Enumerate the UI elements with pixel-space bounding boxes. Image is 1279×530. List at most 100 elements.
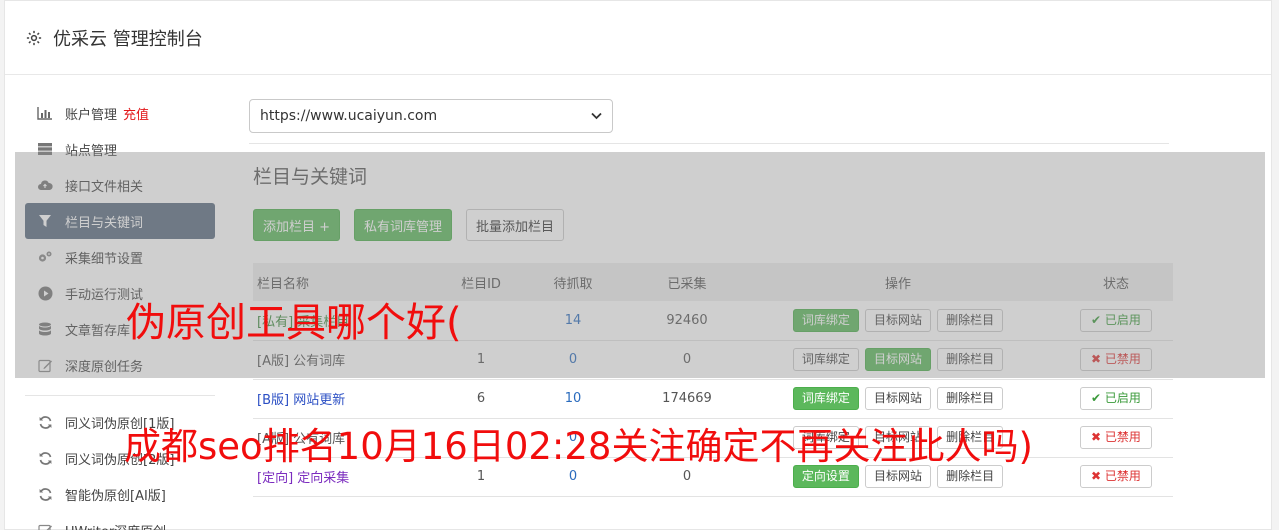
- close-icon: ✖: [1091, 430, 1105, 444]
- refresh-icon: [37, 414, 53, 430]
- bind-library-button[interactable]: 词库绑定: [792, 348, 859, 371]
- sidebar-item-label: 深度原创任务: [65, 359, 144, 375]
- server-icon: [37, 141, 53, 157]
- sidebar: 账户管理 充值 站点管理 接口文件相关 栏目与关键词 采集细节设置 手动运行测试…: [25, 95, 215, 530]
- status-badge[interactable]: ✖ 已禁用: [1080, 465, 1152, 488]
- sidebar-item-columns[interactable]: 栏目与关键词: [25, 203, 215, 239]
- sidebar-item-sites[interactable]: 站点管理: [25, 131, 215, 167]
- sidebar-item-label: 文章暂存库: [65, 323, 131, 339]
- table-row: [A版] 公有词库 1 0 0 词库绑定 目标网站 删除栏目 ✖ 已禁用: [253, 340, 1173, 379]
- page-header: 优采云 管理控制台: [5, 1, 1271, 75]
- filter-icon: [37, 213, 53, 229]
- bar-chart-icon: [37, 105, 53, 121]
- sidebar-item-label: 接口文件相关: [65, 179, 144, 195]
- col-header-status: 状态: [1102, 276, 1129, 292]
- sidebar-item-article-store[interactable]: 文章暂存库: [25, 311, 215, 347]
- collected-count: 174669: [662, 391, 712, 406]
- sidebar-item-collect-settings[interactable]: 采集细节设置: [25, 239, 215, 275]
- bind-library-button[interactable]: 词库绑定: [792, 387, 859, 410]
- sidebar-item-synonym-v1[interactable]: 同义词伪原创[1版]: [25, 404, 215, 440]
- target-site-button[interactable]: 目标网站: [864, 308, 931, 332]
- column-name[interactable]: [A版] 公有词库: [257, 354, 345, 369]
- sidebar-item-ai-rewrite[interactable]: 智能伪原创[AI版]: [25, 476, 215, 512]
- column-id: 6: [476, 391, 486, 406]
- sidebar-item-label: 栏目与关键词: [65, 215, 144, 231]
- edit-icon: [37, 357, 53, 373]
- delete-column-button[interactable]: 删除栏目: [937, 426, 1004, 449]
- page-title: 优采云 管理控制台: [53, 28, 203, 50]
- site-select[interactable]: https://www.ucaiyun.com: [249, 99, 613, 133]
- status-badge[interactable]: ✔ 已启用: [1080, 387, 1152, 410]
- sidebar-item-label: 同义词伪原创[1版]: [65, 416, 175, 432]
- status-label: 已禁用: [1104, 430, 1141, 444]
- pending-count[interactable]: 10: [565, 391, 582, 406]
- target-site-button[interactable]: 目标网站: [864, 348, 931, 371]
- close-icon: ✖: [1091, 352, 1105, 366]
- table-row: [A版] 公有词库 0 词库绑定 目标网站 删除栏目 ✖ 已禁用: [253, 418, 1173, 457]
- recharge-link[interactable]: 充值: [123, 104, 149, 123]
- add-column-button[interactable]: 添加栏目 +: [253, 209, 341, 241]
- collected-count: [637, 418, 737, 457]
- pending-count[interactable]: 14: [565, 313, 582, 328]
- cogs-icon: [37, 249, 53, 265]
- column-name[interactable]: [A版] 公有词库: [257, 432, 345, 447]
- column-id: [453, 418, 509, 457]
- column-name[interactable]: [私有] 采集栏目: [257, 315, 349, 330]
- pending-count[interactable]: 0: [569, 430, 577, 445]
- sidebar-item-manual-run[interactable]: 手动运行测试: [25, 275, 215, 311]
- delete-column-button[interactable]: 删除栏目: [937, 465, 1004, 488]
- pending-count[interactable]: 0: [569, 469, 577, 484]
- sidebar-item-account[interactable]: 账户管理 充值: [25, 95, 215, 131]
- close-icon: ✖: [1091, 469, 1105, 483]
- col-header-collected: 已采集: [667, 276, 707, 292]
- sidebar-divider: [25, 395, 215, 396]
- pending-count[interactable]: 0: [569, 352, 577, 367]
- column-name[interactable]: [B版] 网站更新: [257, 393, 345, 408]
- column-name[interactable]: [定向] 定向采集: [257, 471, 349, 486]
- bind-library-button[interactable]: 词库绑定: [792, 308, 859, 332]
- status-badge[interactable]: ✔ 已启用: [1080, 308, 1152, 332]
- cloud-upload-icon: [37, 177, 53, 193]
- target-site-button[interactable]: 目标网站: [864, 465, 931, 488]
- col-header-pending: 待抓取: [553, 276, 593, 292]
- target-site-button[interactable]: 目标网站: [864, 387, 931, 410]
- delete-column-button[interactable]: 删除栏目: [937, 308, 1004, 332]
- console-panel: 优采云 管理控制台 账户管理 充值 站点管理 接口文件相关 栏目与关键词 采集细…: [4, 0, 1272, 530]
- table-row: [B版] 网站更新 6 10 174669 词库绑定 目标网站 删除栏目 ✔ 已…: [253, 379, 1173, 418]
- sidebar-item-uwriter[interactable]: UWriter深度原创: [25, 512, 215, 530]
- sidebar-item-interface[interactable]: 接口文件相关: [25, 167, 215, 203]
- sidebar-item-label: 同义词伪原创[2版]: [65, 452, 175, 468]
- play-circle-icon: [37, 285, 53, 301]
- col-header-name: 栏目名称: [257, 276, 310, 292]
- divider: [249, 143, 1169, 144]
- sidebar-item-label: 手动运行测试: [65, 287, 144, 303]
- column-id: [453, 301, 509, 340]
- status-label: 已禁用: [1104, 352, 1141, 366]
- table-row: [私有] 采集栏目 14 92460 词库绑定 目标网站 删除栏目 ✔ 已启用: [253, 301, 1173, 340]
- delete-column-button[interactable]: 删除栏目: [937, 387, 1004, 410]
- status-label: 已禁用: [1104, 469, 1141, 483]
- delete-column-button[interactable]: 删除栏目: [937, 348, 1004, 371]
- sidebar-item-label: UWriter深度原创: [65, 521, 166, 530]
- batch-add-button[interactable]: 批量添加栏目: [466, 209, 565, 241]
- sidebar-item-label: 站点管理: [65, 143, 118, 159]
- private-library-button[interactable]: 私有词库管理: [354, 209, 453, 241]
- sidebar-item-synonym-v2[interactable]: 同义词伪原创[2版]: [25, 440, 215, 476]
- columns-table: 栏目名称 栏目ID 待抓取 已采集 操作 状态 [私有] 采集栏目 14 924…: [253, 263, 1173, 497]
- sidebar-item-deep-original[interactable]: 深度原创任务: [25, 347, 215, 383]
- gear-icon: [25, 29, 43, 47]
- check-icon: ✔: [1091, 312, 1105, 327]
- refresh-icon: [37, 486, 53, 502]
- sidebar-item-label: 采集细节设置: [65, 251, 144, 267]
- col-header-id: 栏目ID: [461, 276, 501, 292]
- col-header-actions: 操作: [884, 276, 911, 292]
- bind-library-button[interactable]: 词库绑定: [792, 426, 859, 449]
- directed-settings-button[interactable]: 定向设置: [792, 465, 859, 488]
- target-site-button[interactable]: 目标网站: [864, 426, 931, 449]
- check-icon: ✔: [1091, 391, 1105, 405]
- main-content: https://www.ucaiyun.com 栏目与关键词 添加栏目 + 私有…: [249, 99, 1173, 497]
- status-badge[interactable]: ✖ 已禁用: [1080, 348, 1152, 371]
- edit-icon: [37, 522, 53, 530]
- status-badge[interactable]: ✖ 已禁用: [1080, 426, 1152, 449]
- table-row: [定向] 定向采集 1 0 0 定向设置 目标网站 删除栏目 ✖ 已禁用: [253, 457, 1173, 496]
